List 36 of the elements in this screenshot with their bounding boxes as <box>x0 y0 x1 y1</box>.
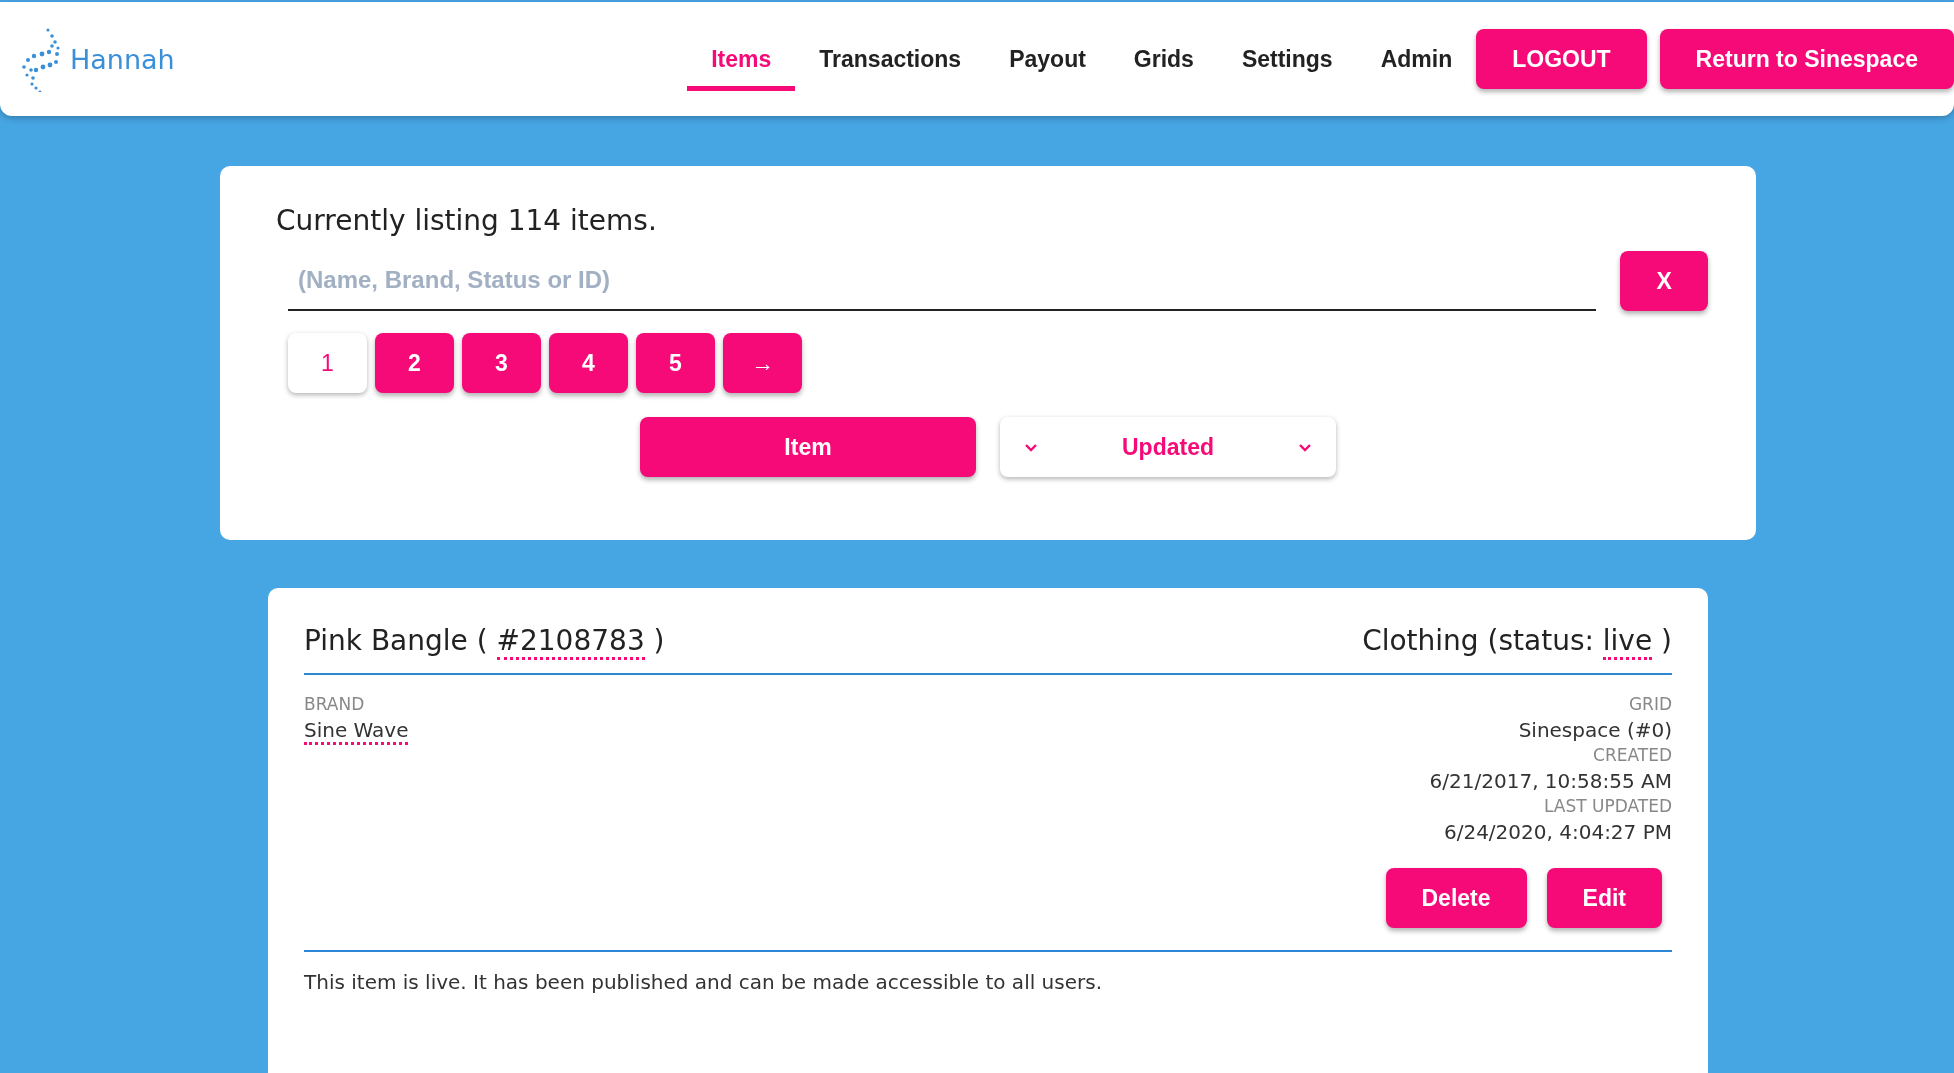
page-button[interactable]: 5 <box>636 333 715 393</box>
header-button[interactable]: Return to Sinespace <box>1659 29 1954 89</box>
status-note: This item is live. It has been published and can be made accessible to all users. <box>304 970 1103 994</box>
page-button[interactable]: 2 <box>375 333 454 393</box>
chevron-down-icon <box>1024 442 1038 452</box>
page-button[interactable]: → <box>723 333 802 393</box>
nav-tab[interactable]: Items <box>687 32 796 91</box>
field-label: BRAND <box>304 694 365 714</box>
action-button[interactable]: Edit <box>1546 868 1662 928</box>
page-button[interactable]: 4 <box>549 333 628 393</box>
app-name: Hannah <box>70 43 175 75</box>
clear-button[interactable]: X <box>1620 251 1708 311</box>
sort-field-button[interactable]: Item <box>640 417 976 477</box>
brand-link[interactable]: Sine Wave <box>304 718 409 745</box>
field-value: Sinespace (#0) <box>1518 718 1672 742</box>
field-label: LAST UPDATED <box>1543 796 1672 816</box>
chevron-down-icon <box>1298 442 1312 452</box>
sort-order-dropdown[interactable]: Updated <box>1000 417 1336 477</box>
field-label: GRID <box>1628 694 1672 714</box>
field-label: CREATED <box>1593 745 1672 765</box>
status-link[interactable]: live <box>1602 624 1653 660</box>
item-title: Pink Bangle ( #2108783 ) <box>304 624 665 657</box>
page-button[interactable]: 1 <box>288 333 367 393</box>
item-id-link[interactable]: #2108783 <box>496 624 645 660</box>
nav-tab[interactable]: Payout <box>985 32 1110 91</box>
field-value: 6/24/2020, 4:04:27 PM <box>1443 820 1672 844</box>
action-button[interactable]: Delete <box>1385 868 1527 928</box>
field-value: 6/21/2017, 10:58:55 AM <box>1429 769 1672 793</box>
nav-tab[interactable]: Settings <box>1217 32 1357 91</box>
listing-summary: Currently listing 114 items. <box>276 204 658 237</box>
header-button[interactable]: LOGOUT <box>1476 29 1647 89</box>
page-button[interactable]: 3 <box>462 333 541 393</box>
nav-tab[interactable]: Admin <box>1356 32 1477 91</box>
item-category: Clothing (status: live ) <box>1362 624 1672 657</box>
nav-tab[interactable]: Transactions <box>795 32 986 91</box>
nav-tab[interactable]: Grids <box>1109 32 1218 91</box>
